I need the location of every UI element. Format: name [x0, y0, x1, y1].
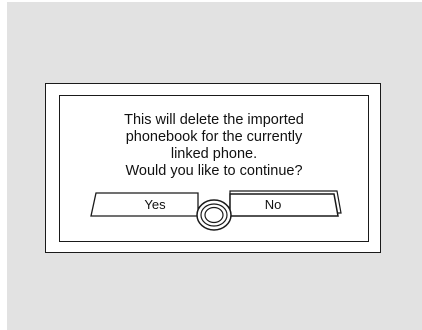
interface-dial-icon[interactable] [196, 199, 232, 231]
dialog-buttons [90, 190, 342, 231]
no-button-label[interactable]: No [243, 197, 303, 212]
yes-button-label[interactable]: Yes [125, 197, 185, 212]
